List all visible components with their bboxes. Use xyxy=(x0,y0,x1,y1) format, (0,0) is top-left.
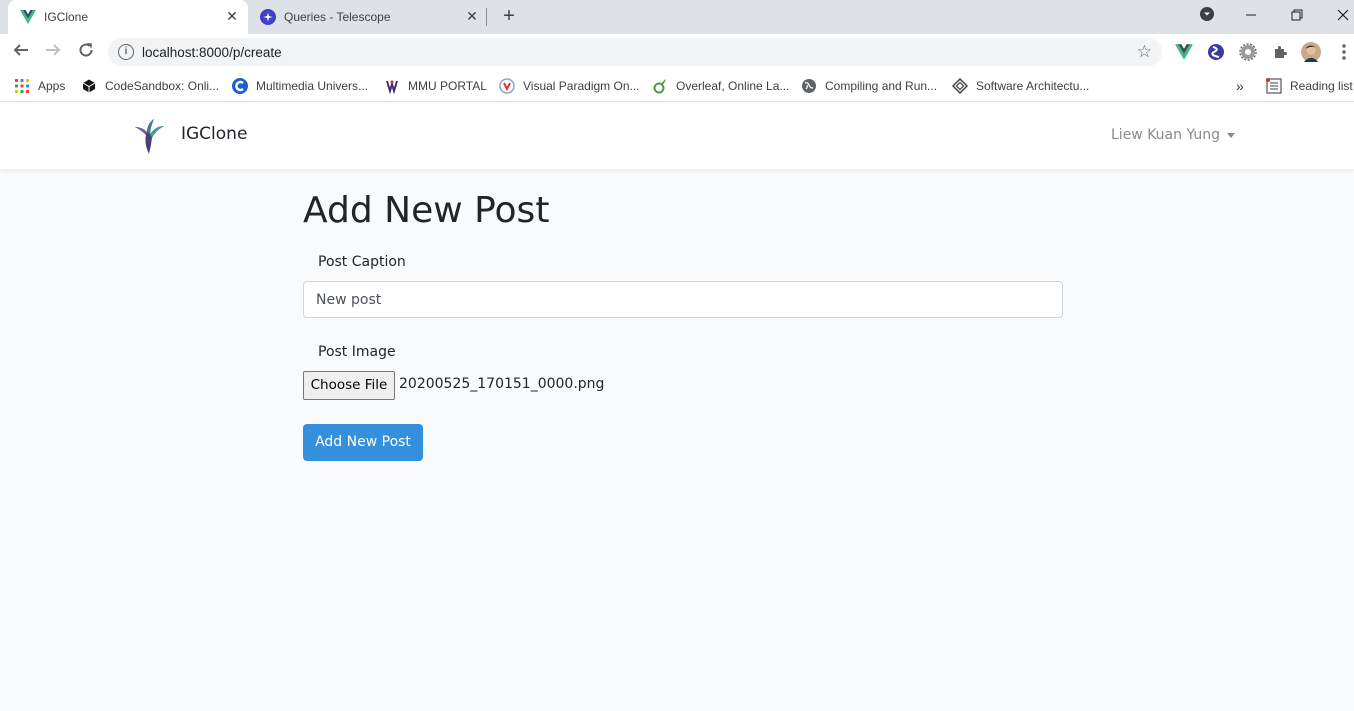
bookmark-compiling-and-run[interactable]: Compiling and Run... xyxy=(801,76,937,96)
overleaf-icon xyxy=(652,78,668,94)
profile-avatar-icon[interactable] xyxy=(1301,42,1321,62)
vue-icon xyxy=(20,9,36,25)
visual-paradigm-icon xyxy=(499,78,515,94)
tab-igclone[interactable]: IGClone ✕ xyxy=(8,0,248,34)
page-title: Add New Post xyxy=(303,190,550,231)
codesandbox-icon xyxy=(81,78,97,94)
url-text: localhost:8000/p/create xyxy=(142,45,282,60)
post-caption-label: Post Caption xyxy=(318,254,406,270)
bookmark-label: Multimedia Univers... xyxy=(256,79,369,93)
igclone-bird-logo-icon[interactable] xyxy=(131,116,167,156)
bookmark-overleaf[interactable]: Overleaf, Online La... xyxy=(652,76,789,96)
brand-name[interactable]: IGClone xyxy=(181,124,247,144)
globe-icon xyxy=(801,78,817,94)
mmu-c-icon xyxy=(232,78,248,94)
settings-gear-extension-icon[interactable] xyxy=(1238,42,1258,62)
new-tab-icon[interactable]: + xyxy=(499,6,519,26)
bookmark-label: CodeSandbox: Onli... xyxy=(105,79,220,93)
bookmark-codesandbox[interactable]: CodeSandbox: Onli... xyxy=(81,76,219,96)
stylus-extension-icon[interactable] xyxy=(1206,42,1226,62)
restore-icon[interactable] xyxy=(1287,6,1307,26)
bookmark-label: Apps xyxy=(38,79,66,93)
tab-close-icon[interactable]: ✕ xyxy=(224,8,240,24)
vue-devtools-extension-icon[interactable] xyxy=(1174,42,1194,62)
bookmark-mmu-portal[interactable]: MMU PORTAL xyxy=(384,76,487,96)
chrome-menu-icon[interactable] xyxy=(1334,42,1354,62)
caret-down-icon xyxy=(1227,133,1236,138)
user-name: Liew Kuan Yung xyxy=(1111,127,1221,143)
bookmark-label: Overleaf, Online La... xyxy=(676,79,790,93)
post-image-label: Post Image xyxy=(318,344,396,360)
bookmark-visual-paradigm[interactable]: Visual Paradigm On... xyxy=(499,76,640,96)
app-navbar: IGClone Liew Kuan Yung xyxy=(0,103,1354,169)
tab-separator xyxy=(486,8,487,26)
bookmark-label: Visual Paradigm On... xyxy=(523,79,640,93)
close-window-icon[interactable] xyxy=(1333,6,1353,26)
reading-list-button[interactable]: Reading list xyxy=(1266,76,1353,96)
tab-title: IGClone xyxy=(44,10,89,24)
apps-grid-icon xyxy=(14,78,30,94)
reload-icon[interactable] xyxy=(75,41,97,63)
reading-list-label: Reading list xyxy=(1290,79,1353,93)
browser-toolbar: i localhost:8000/p/create ☆ xyxy=(0,34,1354,70)
selected-file-name: 20200525_170151_0000.png xyxy=(399,376,605,392)
minimize-icon[interactable] xyxy=(1241,6,1261,26)
puzzle-extensions-icon[interactable] xyxy=(1270,42,1290,62)
user-dropdown[interactable]: Liew Kuan Yung xyxy=(1111,127,1236,143)
tab-title: Queries - Telescope xyxy=(284,10,391,24)
site-info-icon[interactable]: i xyxy=(118,44,134,60)
mmu-portal-icon xyxy=(384,78,400,94)
tab-search-icon[interactable] xyxy=(1197,6,1217,26)
address-bar[interactable]: i localhost:8000/p/create ☆ xyxy=(108,38,1162,66)
back-arrow-icon[interactable] xyxy=(10,41,32,63)
bookmarks-overflow-icon[interactable]: » xyxy=(1236,76,1244,96)
reading-list-icon xyxy=(1266,78,1282,94)
telescope-icon xyxy=(260,9,276,25)
bookmark-label: Compiling and Run... xyxy=(825,79,938,93)
choose-file-button[interactable]: Choose File xyxy=(303,371,395,400)
browser-tab-strip: IGClone ✕ Queries - Telescope ✕ + xyxy=(0,0,1354,34)
bookmark-multimedia-university[interactable]: Multimedia Univers... xyxy=(232,76,368,96)
add-new-post-button[interactable]: Add New Post xyxy=(303,424,423,461)
bookmark-label: MMU PORTAL xyxy=(408,79,487,93)
forward-arrow-icon[interactable] xyxy=(42,41,64,63)
bookmarks-bar: Apps CodeSandbox: Onli... Multimedia Uni… xyxy=(0,70,1354,102)
tab-telescope[interactable]: Queries - Telescope ✕ xyxy=(248,0,488,34)
tab-close-icon[interactable]: ✕ xyxy=(464,8,480,24)
bookmark-software-architecture[interactable]: Software Architectu... xyxy=(952,76,1089,96)
bookmark-apps[interactable]: Apps xyxy=(14,76,65,96)
diamond-icon xyxy=(952,78,968,94)
bookmark-star-icon[interactable]: ☆ xyxy=(1137,42,1152,62)
post-caption-input[interactable] xyxy=(303,281,1063,318)
bookmark-label: Software Architectu... xyxy=(976,79,1090,93)
